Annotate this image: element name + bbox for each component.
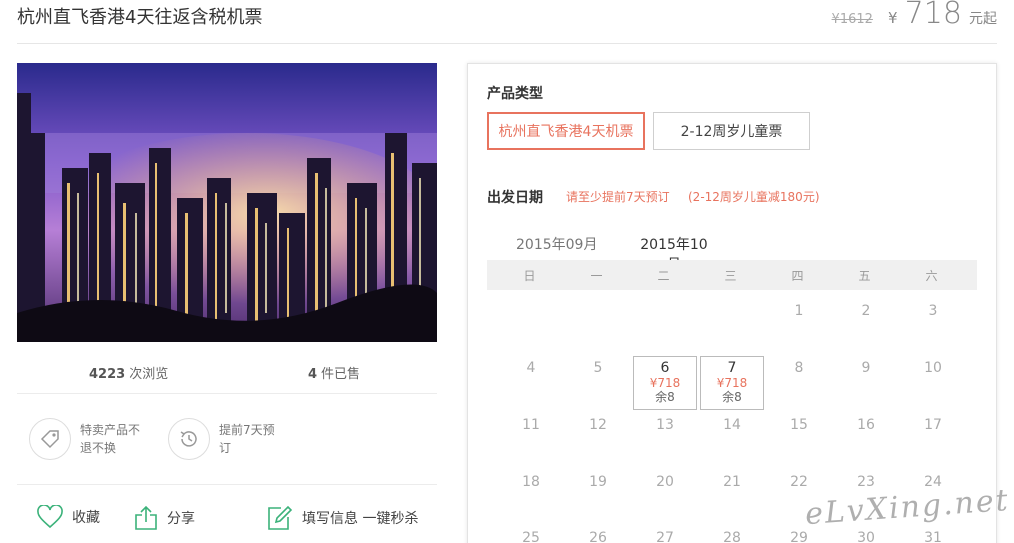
calendar-day: 15 bbox=[790, 417, 808, 433]
calendar-day: 27 bbox=[656, 530, 674, 543]
fill-info-label: 填写信息 一键秒杀 bbox=[302, 511, 419, 527]
calendar-day: 31 bbox=[924, 530, 942, 543]
weekday-sun: 日 bbox=[523, 269, 536, 283]
calendar-day: 13 bbox=[656, 417, 674, 433]
calendar-day: 17 bbox=[924, 417, 942, 433]
calendar-day: 26 bbox=[589, 530, 607, 543]
feature-advance-booking: 提前7天预订 bbox=[168, 418, 283, 460]
clock-history-icon bbox=[168, 418, 210, 460]
calendar-day: 14 bbox=[723, 417, 741, 433]
sold-count-label: 件已售 bbox=[321, 367, 361, 382]
advance-booking-note: 请至少提前7天预订 bbox=[566, 190, 670, 204]
hero-image bbox=[17, 63, 437, 342]
calendar-day: 28 bbox=[723, 530, 741, 543]
calendar-day: 8 bbox=[794, 360, 804, 376]
calendar-day: 25 bbox=[522, 530, 540, 543]
divider bbox=[17, 484, 437, 485]
weekday-fri: 五 bbox=[858, 269, 871, 283]
original-price: ¥1612 bbox=[831, 12, 873, 27]
calendar-day: 2 bbox=[861, 303, 871, 319]
price-suffix: 元起 bbox=[969, 11, 997, 27]
feature-advance-booking-text: 提前7天预订 bbox=[219, 423, 275, 455]
feature-no-refund: 特卖产品不退不换 bbox=[29, 418, 144, 460]
day-number: 7 bbox=[727, 360, 737, 376]
product-option-adult[interactable]: 杭州直飞香港4天机票 bbox=[487, 112, 645, 150]
calendar-day-available[interactable]: 7 ¥718 余8 bbox=[700, 356, 764, 410]
departure-title: 出发日期 bbox=[487, 190, 543, 206]
weekday-tue: 二 bbox=[657, 269, 670, 283]
share-icon bbox=[134, 505, 158, 531]
sold-count-number: 4 bbox=[308, 367, 318, 382]
calendar-day: 10 bbox=[924, 360, 942, 376]
tag-icon bbox=[29, 418, 71, 460]
view-count-label: 次浏览 bbox=[129, 367, 169, 382]
currency-symbol: ¥ bbox=[888, 9, 898, 27]
calendar-day: 5 bbox=[593, 360, 603, 376]
day-remaining: 余8 bbox=[722, 390, 742, 404]
heart-icon bbox=[37, 505, 63, 529]
stats-bar: 4223 次浏览 4 件已售 bbox=[17, 352, 437, 394]
booking-panel: 产品类型 杭州直飞香港4天机票 2-12周岁儿童票 出发日期 请至少提前7天预订… bbox=[467, 63, 997, 543]
weekday-sat: 六 bbox=[925, 269, 938, 283]
weekday-thu: 四 bbox=[791, 269, 804, 283]
calendar-day: 21 bbox=[723, 474, 741, 490]
calendar-day: 20 bbox=[656, 474, 674, 490]
day-price: ¥718 bbox=[649, 376, 681, 390]
product-type-title: 产品类型 bbox=[487, 86, 543, 102]
calendar-day: 18 bbox=[522, 474, 540, 490]
calendar-day: 22 bbox=[790, 474, 808, 490]
calendar-day-available[interactable]: 6 ¥718 余8 bbox=[633, 356, 697, 410]
weekday-header: 日 一 二 三 四 五 六 bbox=[487, 260, 977, 290]
page-title: 杭州直飞香港4天往返含税机票 bbox=[17, 7, 263, 28]
fill-info-button[interactable]: 填写信息 一键秒杀 bbox=[267, 505, 418, 531]
calendar-day: 1 bbox=[794, 303, 804, 319]
sold-count: 4 件已售 bbox=[308, 363, 360, 382]
current-price: 718 bbox=[904, 0, 962, 31]
favorite-label: 收藏 bbox=[72, 510, 100, 526]
calendar-day: 4 bbox=[526, 360, 536, 376]
day-remaining: 余8 bbox=[655, 390, 675, 404]
calendar-day: 9 bbox=[861, 360, 871, 376]
weekday-wed: 三 bbox=[724, 269, 737, 283]
calendar-day: 19 bbox=[589, 474, 607, 490]
edit-icon bbox=[267, 505, 293, 531]
child-discount-note: (2-12周岁儿童减180元) bbox=[688, 190, 820, 204]
day-price: ¥718 bbox=[716, 376, 748, 390]
day-number: 6 bbox=[660, 360, 670, 376]
share-label: 分享 bbox=[167, 511, 195, 527]
calendar-day: 11 bbox=[522, 417, 540, 433]
favorite-button[interactable]: 收藏 bbox=[37, 505, 100, 529]
share-button[interactable]: 分享 bbox=[134, 505, 195, 531]
weekday-mon: 一 bbox=[590, 269, 603, 283]
calendar-day: 3 bbox=[928, 303, 938, 319]
calendar-day: 12 bbox=[589, 417, 607, 433]
feature-no-refund-text: 特卖产品不退不换 bbox=[80, 423, 141, 455]
calendar-day: 16 bbox=[857, 417, 875, 433]
product-option-child[interactable]: 2-12周岁儿童票 bbox=[653, 112, 810, 150]
calendar-day: 30 bbox=[857, 530, 875, 543]
month-tab-sep[interactable]: 2015年09月 bbox=[516, 234, 597, 260]
title-bar: 杭州直飞香港4天往返含税机票 ¥1612 ¥ 718 元起 bbox=[17, 0, 997, 44]
price-block: ¥1612 ¥ 718 元起 bbox=[832, 0, 997, 31]
hong-kong-skyline-image bbox=[17, 63, 437, 342]
calendar-day: 23 bbox=[857, 474, 875, 490]
view-count-number: 4223 bbox=[89, 367, 126, 382]
calendar-day: 29 bbox=[790, 530, 808, 543]
view-count: 4223 次浏览 bbox=[89, 363, 168, 382]
